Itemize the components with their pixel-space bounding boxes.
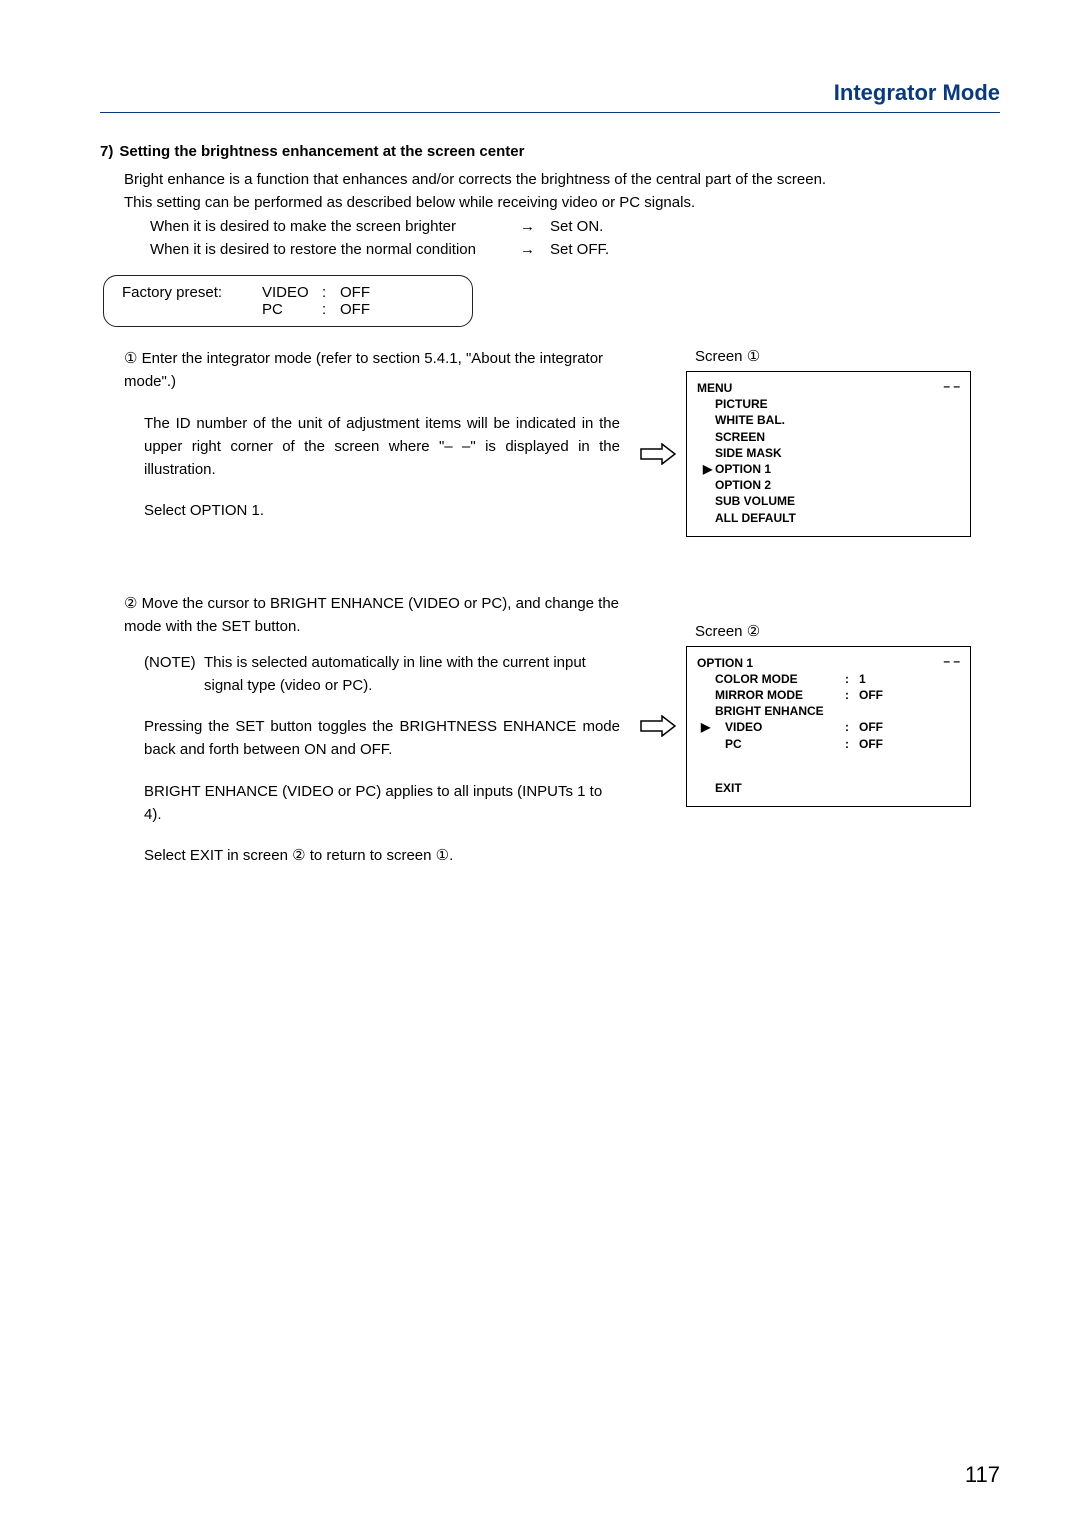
preset-label: Factory preset: xyxy=(122,284,262,301)
screen2-box: – – OPTION 1 COLOR MODE:1MIRROR MODE:OFF… xyxy=(686,646,971,807)
cursor-icon xyxy=(703,396,715,412)
section-intro-1: Bright enhance is a function that enhanc… xyxy=(124,168,1000,191)
step1-para1: The ID number of the unit of adjustment … xyxy=(144,412,620,482)
step2-note: (NOTE) This is selected automatically in… xyxy=(144,652,620,697)
cursor-icon xyxy=(703,412,715,428)
arrow-icon: → xyxy=(520,215,550,238)
menu-item-label: SUB VOLUME xyxy=(715,493,795,509)
screen1-box: – – MENU PICTUREWHITE BAL.SCREENSIDE MAS… xyxy=(686,371,971,537)
step2-para1: Pressing the SET button toggles the BRIG… xyxy=(144,715,620,762)
menu-item-label: WHITE BAL. xyxy=(715,412,785,428)
menu-item-label: OPTION 2 xyxy=(715,477,771,493)
menu-item: SUB VOLUME xyxy=(715,493,960,509)
step1: ① Enter the integrator mode (refer to se… xyxy=(124,347,620,523)
step2-row: ② Move the cursor to BRIGHT ENHANCE (VID… xyxy=(100,592,1000,868)
menu-item: SCREEN xyxy=(715,429,960,445)
cursor-icon xyxy=(703,429,715,445)
screen1-id-placeholder: – – xyxy=(943,378,960,394)
step1-row: ① Enter the integrator mode (refer to se… xyxy=(100,347,1000,537)
step2: ② Move the cursor to BRIGHT ENHANCE (VID… xyxy=(124,592,620,868)
menu-item-label: SCREEN xyxy=(715,429,765,445)
option-value: OFF xyxy=(859,719,883,735)
option-key: PC xyxy=(725,736,845,752)
section-intro-2: This setting can be performed as describ… xyxy=(124,191,1000,214)
arrow-right-icon xyxy=(640,443,676,465)
preset-colon: : xyxy=(322,284,340,301)
preset-val-video: OFF xyxy=(340,284,370,301)
option-subrow: PC:OFF xyxy=(715,736,960,752)
option-key: BRIGHT ENHANCE xyxy=(715,703,845,719)
step1-text: Enter the integrator mode (refer to sect… xyxy=(124,350,603,390)
factory-preset-box: Factory preset: VIDEO : OFF PC : OFF xyxy=(103,275,473,327)
set-on-lhs: When it is desired to make the screen br… xyxy=(150,215,520,238)
page-header-title: Integrator Mode xyxy=(100,80,1000,112)
preset-label-blank xyxy=(122,301,262,318)
cursor-icon xyxy=(703,477,715,493)
option-colon: : xyxy=(845,671,859,687)
step2-para3: Select EXIT in screen ② to return to scr… xyxy=(144,844,620,867)
set-on-rhs: Set ON. xyxy=(550,215,603,238)
header-rule xyxy=(100,112,1000,113)
menu-item: PICTURE xyxy=(715,396,960,412)
menu-item-label: OPTION 1 xyxy=(715,461,771,477)
option-row: MIRROR MODE:OFF xyxy=(715,687,960,703)
screen1-label: Screen ① xyxy=(695,347,1000,365)
screen1-title: MENU xyxy=(697,380,960,396)
option-key: MIRROR MODE xyxy=(715,687,845,703)
option-subrow: ▶VIDEO:OFF xyxy=(715,719,960,735)
preset-colon: : xyxy=(322,301,340,318)
step2-marker: ② xyxy=(124,595,137,612)
preset-val-pc: OFF xyxy=(340,301,370,318)
step2-text: Move the cursor to BRIGHT ENHANCE (VIDEO… xyxy=(124,595,619,635)
option-key: VIDEO xyxy=(725,719,845,735)
set-off-rhs: Set OFF. xyxy=(550,238,609,261)
screen2-label: Screen ② xyxy=(695,622,1000,640)
option-row: BRIGHT ENHANCE xyxy=(715,703,960,719)
step1-para2: Select OPTION 1. xyxy=(144,499,620,522)
section-heading: Setting the brightness enhancement at th… xyxy=(119,143,524,160)
arrow-icon: → xyxy=(520,238,550,261)
option-colon: : xyxy=(845,719,859,735)
menu-item-label: PICTURE xyxy=(715,396,768,412)
option-value: OFF xyxy=(859,736,883,752)
note-text: This is selected automatically in line w… xyxy=(204,652,620,697)
step2-para2: BRIGHT ENHANCE (VIDEO or PC) applies to … xyxy=(144,780,620,827)
section-number: 7) xyxy=(100,143,113,160)
menu-item: WHITE BAL. xyxy=(715,412,960,428)
section-title: 7) Setting the brightness enhancement at… xyxy=(100,143,1000,160)
option-key: COLOR MODE xyxy=(715,671,845,687)
screen2-title: OPTION 1 xyxy=(697,655,960,671)
screen2-exit: EXIT xyxy=(715,780,960,796)
set-off-lhs: When it is desired to restore the normal… xyxy=(150,238,520,261)
preset-key-video: VIDEO xyxy=(262,284,322,301)
option-row: COLOR MODE:1 xyxy=(715,671,960,687)
cursor-icon xyxy=(703,493,715,509)
menu-item-label: ALL DEFAULT xyxy=(715,510,796,526)
step1-marker: ① xyxy=(124,350,137,367)
set-off-line: When it is desired to restore the normal… xyxy=(150,238,1000,261)
cursor-icon: ▶ xyxy=(703,461,715,477)
cursor-icon xyxy=(703,445,715,461)
page-number: 117 xyxy=(965,1462,1000,1488)
arrow-right-icon xyxy=(640,715,676,737)
set-on-line: When it is desired to make the screen br… xyxy=(150,215,1000,238)
screen2-id-placeholder: – – xyxy=(943,653,960,669)
cursor-icon xyxy=(701,736,715,752)
menu-item: ALL DEFAULT xyxy=(715,510,960,526)
option-value: OFF xyxy=(859,687,883,703)
option-colon: : xyxy=(845,687,859,703)
menu-item: OPTION 2 xyxy=(715,477,960,493)
option-value: 1 xyxy=(859,671,866,687)
menu-item: SIDE MASK xyxy=(715,445,960,461)
menu-item-label: SIDE MASK xyxy=(715,445,782,461)
cursor-icon: ▶ xyxy=(701,719,715,735)
note-label: (NOTE) xyxy=(144,652,204,697)
menu-item: ▶OPTION 1 xyxy=(715,461,960,477)
option-colon: : xyxy=(845,736,859,752)
preset-key-pc: PC xyxy=(262,301,322,318)
cursor-icon xyxy=(703,510,715,526)
